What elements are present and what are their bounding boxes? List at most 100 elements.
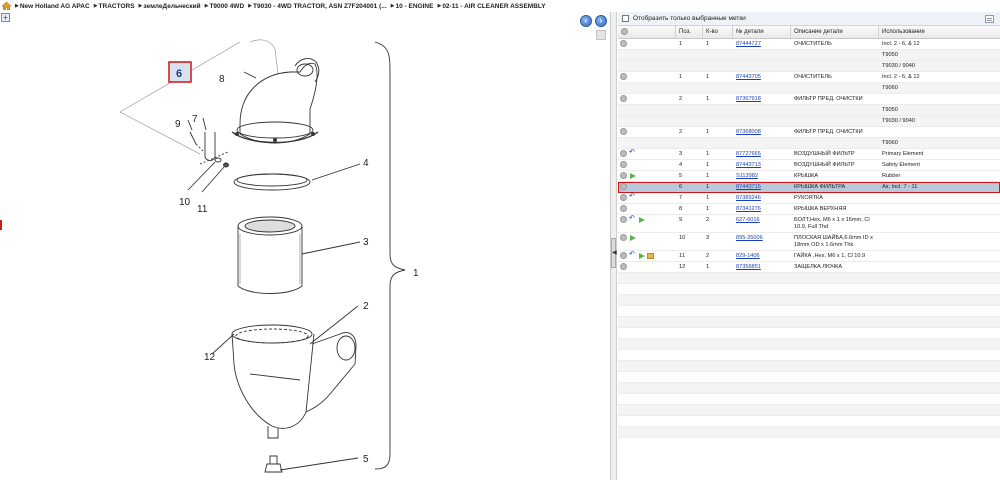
breadcrumb-item[interactable]: New Holland AG APAC: [20, 3, 90, 10]
callout-10[interactable]: 10: [179, 197, 191, 208]
callout-4[interactable]: 4: [363, 158, 369, 169]
breadcrumb-item[interactable]: 10 - ENGINE: [396, 3, 434, 10]
related-link-icon[interactable]: ↶: [629, 215, 636, 223]
info-icon[interactable]: [620, 172, 627, 179]
row-part-number-link[interactable]: [733, 83, 791, 85]
info-icon[interactable]: [620, 95, 627, 102]
related-link-icon[interactable]: ↶: [629, 251, 636, 259]
header-pos[interactable]: Поз.: [676, 25, 703, 39]
table-row[interactable]: 1 1 87444727 ОЧИСТИТЕЛЬ Incl. 2 - 6, & 12: [618, 39, 1000, 50]
panel-splitter[interactable]: ◀: [611, 12, 617, 480]
table-row[interactable]: ↶ 9 2 627-6016 БОЛТ,Hex, M6 x 1 x 16mm, Cl 1…: [618, 215, 1000, 233]
table-row[interactable]: 5 1 S113982 КРЫШКА Rubber: [618, 171, 1000, 182]
scroll-corner[interactable]: [596, 30, 606, 40]
info-icon[interactable]: [620, 263, 627, 270]
row-pos: 2: [679, 129, 683, 135]
table-row[interactable]: ↶ 11 2 829-1406 ГАЙКА ,Hex, M6 x 1, Cl 10.9: [618, 251, 1000, 262]
callout-12[interactable]: 12: [204, 352, 216, 363]
table-row[interactable]: T9050: [618, 105, 1000, 116]
info-header-icon[interactable]: [621, 27, 628, 35]
replacement-arrow-icon[interactable]: [630, 234, 636, 241]
table-row[interactable]: 2 1 87368008 ФИЛЬТР ПРЕД. ОЧИСТКИ: [618, 127, 1000, 138]
row-part-number-link[interactable]: 87443715: [733, 182, 791, 191]
row-part-number-link[interactable]: 87341276: [733, 204, 791, 213]
info-icon[interactable]: [620, 205, 627, 212]
row-part-number-link[interactable]: [733, 138, 791, 140]
column-settings-icon[interactable]: [985, 15, 994, 23]
callout-8[interactable]: 8: [219, 74, 225, 85]
callout-1[interactable]: 1: [413, 268, 419, 279]
related-link-icon[interactable]: ↶: [629, 193, 636, 201]
table-row[interactable]: 10 3 895-25006 ПЛОСКАЯ ШАЙБА,6.6mm ID x 18m…: [618, 233, 1000, 251]
header-description[interactable]: Описание детали: [791, 25, 879, 39]
callout-11[interactable]: 11: [197, 204, 208, 215]
info-icon[interactable]: [620, 183, 627, 190]
previous-page-button[interactable]: ‹: [580, 15, 592, 27]
info-icon[interactable]: [620, 73, 627, 80]
breadcrumb-item[interactable]: 02-11 - AIR CLEANER ASSEMBLY: [442, 3, 545, 10]
info-icon[interactable]: [620, 40, 627, 47]
table-row[interactable]: 8 1 87341276 КРЫШКА ВЕРХНЯЯ: [618, 204, 1000, 215]
callout-9[interactable]: 9: [175, 119, 181, 130]
header-usage[interactable]: Использование: [879, 26, 1000, 39]
table-row[interactable]: 12 1 87356851 ЗАЩЕЛКА ЛЮЧКА: [618, 262, 1000, 273]
header-qty[interactable]: К-во: [703, 25, 733, 39]
row-part-number-link[interactable]: 87444727: [733, 39, 791, 48]
row-icons: [618, 39, 676, 47]
breadcrumb-item[interactable]: землеДельческий: [143, 3, 200, 10]
row-part-number-link[interactable]: 87727665: [733, 149, 791, 158]
exploded-parts-diagram[interactable]: 6 8 7 9 10 11 4 3 1 2 12 5: [100, 34, 460, 474]
table-row[interactable]: T9050: [618, 50, 1000, 61]
breadcrumb-item[interactable]: T9030 - 4WD TRACTOR, ASN Z7F204001 (...: [253, 3, 387, 10]
home-icon[interactable]: [2, 2, 11, 10]
row-part-number-link[interactable]: 895-25006: [733, 233, 791, 242]
row-part-number-link[interactable]: S113982: [733, 171, 791, 180]
info-icon[interactable]: [620, 216, 627, 223]
info-icon[interactable]: [620, 150, 627, 157]
table-row[interactable]: T9060: [618, 138, 1000, 149]
show-selected-only-checkbox[interactable]: [622, 15, 629, 22]
info-icon[interactable]: [620, 161, 627, 168]
replacement-arrow-icon[interactable]: [639, 216, 645, 223]
kit-box-icon[interactable]: [647, 252, 654, 259]
row-part-number-link[interactable]: [733, 116, 791, 118]
breadcrumb-item[interactable]: T9000 4WD: [209, 3, 244, 10]
next-page-button[interactable]: ›: [595, 15, 607, 27]
replacement-arrow-icon[interactable]: [630, 172, 636, 179]
row-part-number-link[interactable]: [733, 61, 791, 63]
table-row[interactable]: ↶ 7 1 87389246 РУКОЯТКА: [618, 193, 1000, 204]
callout-2[interactable]: 2: [363, 301, 369, 312]
row-part-number-link[interactable]: 87356851: [733, 262, 791, 271]
callout-6[interactable]: 6: [176, 68, 182, 80]
callout-5[interactable]: 5: [363, 454, 369, 465]
table-row[interactable]: 1 1 87443705 ОЧИСТИТЕЛЬ Incl. 2 - 6, & 12: [618, 72, 1000, 83]
row-part-number-link[interactable]: 87367918: [733, 94, 791, 103]
row-part-number-link[interactable]: [733, 105, 791, 107]
row-part-number-link[interactable]: 87389246: [733, 193, 791, 202]
table-row[interactable]: T9030 / 9040: [618, 116, 1000, 127]
callout-3[interactable]: 3: [363, 237, 369, 248]
replacement-arrow-icon[interactable]: [639, 252, 645, 259]
row-part-number-link[interactable]: 87368008: [733, 127, 791, 136]
info-icon[interactable]: [620, 234, 627, 241]
table-row[interactable]: ↶ 3 1 87727665 ВОЗДУШНЫЙ ФИЛЬТР Primary Eleme…: [618, 149, 1000, 160]
row-part-number-link[interactable]: 87443713: [733, 160, 791, 169]
table-row[interactable]: T9030 / 9040: [618, 61, 1000, 72]
breadcrumb-item[interactable]: TRACTORS: [99, 3, 135, 10]
row-part-number-link[interactable]: 829-1406: [733, 251, 791, 260]
row-part-number-link[interactable]: [733, 50, 791, 52]
table-row[interactable]: 4 1 87443713 ВОЗДУШНЫЙ ФИЛЬТР Safety Element: [618, 160, 1000, 171]
row-part-number-link[interactable]: 627-6016: [733, 215, 791, 224]
related-link-icon[interactable]: ↶: [629, 149, 636, 157]
table-row[interactable]: T9060: [618, 83, 1000, 94]
callout-7[interactable]: 7: [192, 114, 198, 125]
row-part-number-link[interactable]: 87443705: [733, 72, 791, 81]
info-icon[interactable]: [620, 252, 627, 259]
info-icon[interactable]: [620, 128, 627, 135]
collapse-arrow-icon[interactable]: ◀: [611, 238, 617, 268]
info-icon[interactable]: [620, 194, 627, 201]
table-row-selected[interactable]: 6 1 87443715 КРЫШКА ФИЛЬТРА Air, Incl. 7 - 1…: [618, 182, 1000, 193]
expand-toggle-button[interactable]: +: [1, 13, 10, 22]
header-part-number[interactable]: № детали: [733, 25, 791, 39]
table-row[interactable]: 2 1 87367918 ФИЛЬТР ПРЕД. ОЧИСТКИ: [618, 94, 1000, 105]
